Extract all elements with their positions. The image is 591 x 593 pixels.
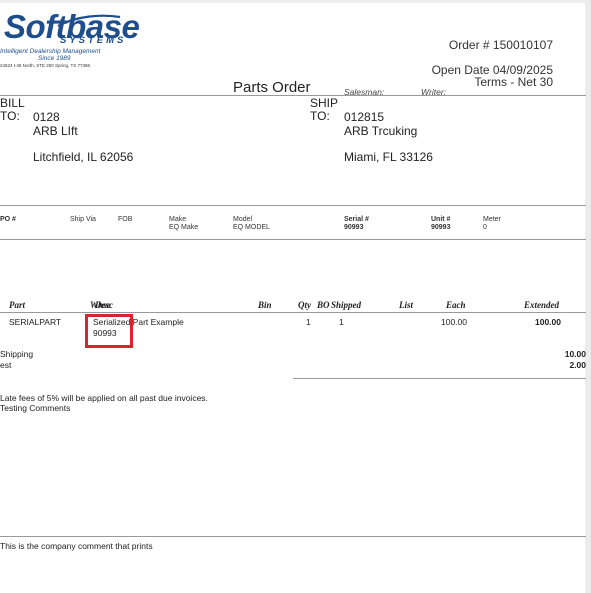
logo-swoosh-icon (57, 14, 121, 27)
row-extended: 100.00 (535, 317, 561, 327)
highlight-box (85, 314, 133, 348)
row-qty: 1 (306, 317, 311, 327)
info-bottom-divider (0, 239, 586, 240)
late-fee-comment: Late fees of 5% will be applied on all p… (0, 393, 208, 403)
ship-to-label: SHIP TO: (310, 96, 339, 123)
footer-divider (0, 536, 586, 537)
ship-via-label: Ship Via (70, 216, 96, 223)
meter-value: 0 (483, 224, 487, 231)
col-bo: BO (317, 300, 330, 310)
info-top-divider (0, 205, 586, 206)
shipping-label: Shipping (0, 349, 34, 359)
logo-tagline: Intelligent Dealership Management (0, 48, 101, 55)
top-edge (0, 0, 591, 3)
fob-label: FOB (118, 216, 133, 223)
unit-value: 90993 (431, 224, 451, 231)
make-label: Make (169, 216, 187, 223)
bill-to-account: 0128 (33, 110, 60, 124)
line-items-divider (0, 312, 586, 313)
totals-divider (293, 378, 586, 379)
po-label: PO # (0, 216, 16, 223)
col-qty: Qty (298, 300, 311, 310)
order-number: Order # 150010107 (448, 38, 553, 52)
testing-comment: Testing Comments (0, 403, 71, 413)
payment-terms: Terms - Net 30 (474, 75, 553, 89)
serial-value: 90993 (344, 224, 364, 231)
meter-label: Meter (483, 216, 501, 223)
bill-to-name: ARB LIft (33, 124, 78, 138)
col-desc: Desc (95, 300, 113, 310)
col-extended: Extended (524, 300, 559, 310)
ship-to-city: Miami, FL 33126 (344, 150, 433, 164)
col-list: List (399, 300, 414, 310)
ship-to-account: 012815 (344, 110, 385, 124)
bill-to-city: Litchfield, IL 62056 (33, 150, 134, 164)
row-shipped: 1 (339, 317, 344, 327)
logo-since: Since 1989 (38, 55, 71, 62)
row-part: SERIALPART (9, 317, 62, 327)
col-part: Part (9, 300, 26, 310)
scrollbar[interactable] (585, 0, 591, 593)
eq-model-label: EQ MODEL (233, 224, 270, 231)
model-label: Model (233, 216, 253, 223)
eq-make-label: EQ Make (169, 224, 199, 231)
unit-label: Unit # (431, 216, 451, 223)
bill-to-address: 0128 ARB LIft Litchfield, IL 62056 (33, 110, 133, 164)
row-each: 100.00 (441, 317, 467, 327)
test-charge-label: est (0, 360, 12, 370)
document-title: Parts Order (233, 79, 311, 96)
header-divider (0, 95, 586, 96)
company-comment: This is the company comment that prints (0, 541, 153, 551)
col-bin: Bin (258, 300, 272, 310)
test-charge-value: 2.00 (569, 360, 586, 370)
logo-systems: SYSTEMS (60, 35, 127, 46)
ship-to-address: 012815 ARB Trcuking Miami, FL 33126 (344, 110, 433, 164)
ship-to-name: ARB Trcuking (344, 124, 418, 138)
bill-to-label: BILL TO: (0, 96, 25, 123)
company-address: 24624 I-45 North, STE 250 Spring, TX 773… (0, 63, 90, 68)
col-each: Each (446, 300, 466, 310)
serial-label: Serial # (344, 216, 369, 223)
shipping-value: 10.00 (564, 349, 586, 359)
col-shipped: Shipped (331, 300, 362, 310)
